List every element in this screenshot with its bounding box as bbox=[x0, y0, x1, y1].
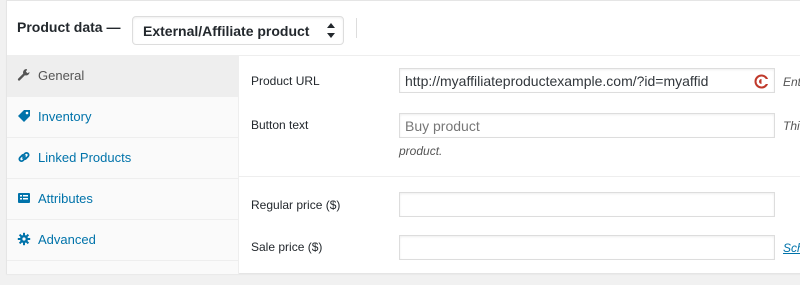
general-panel: Product URL http://myaffiliateproductexa… bbox=[239, 56, 800, 274]
tab-linked-products-label: Linked Products bbox=[38, 150, 132, 165]
button-text-input[interactable]: Buy product bbox=[399, 113, 775, 138]
tab-advanced-label: Advanced bbox=[38, 232, 96, 247]
product-type-value: External/Affiliate product bbox=[143, 23, 310, 39]
product-url-label: Product URL bbox=[251, 74, 320, 88]
button-text-description-wrap: product. bbox=[399, 144, 443, 158]
product-url-value: http://myaffiliateproductexample.com/?id… bbox=[405, 73, 709, 89]
product-data-title: Product data — bbox=[17, 19, 121, 35]
select-arrows-icon bbox=[327, 23, 335, 38]
tab-general[interactable]: General bbox=[7, 56, 238, 97]
gear-icon bbox=[17, 232, 31, 246]
password-manager-icon[interactable] bbox=[754, 74, 769, 89]
tab-attributes[interactable]: Attributes bbox=[7, 179, 238, 220]
panel-divider bbox=[239, 176, 800, 177]
product-url-description: Ent bbox=[783, 75, 800, 89]
tab-general-label: General bbox=[38, 68, 85, 83]
tag-icon bbox=[18, 110, 30, 122]
sale-price-input[interactable] bbox=[399, 235, 775, 260]
wrench-icon bbox=[17, 69, 30, 81]
product-data-header: Product data — External/Affiliate produc… bbox=[7, 1, 800, 56]
sale-price-label: Sale price ($) bbox=[251, 240, 323, 254]
product-type-select[interactable]: External/Affiliate product bbox=[132, 16, 344, 45]
schedule-link[interactable]: Sch bbox=[783, 241, 800, 255]
link-icon bbox=[18, 152, 30, 162]
product-data-metabox: Product data — External/Affiliate produc… bbox=[6, 0, 800, 274]
tab-attributes-label: Attributes bbox=[38, 191, 93, 206]
regular-price-label: Regular price ($) bbox=[251, 198, 341, 212]
product-url-input[interactable]: http://myaffiliateproductexample.com/?id… bbox=[399, 68, 775, 93]
header-divider bbox=[356, 18, 357, 38]
product-data-tabs: General Inventory Linked Products Attrib… bbox=[7, 56, 239, 274]
tab-inventory[interactable]: Inventory bbox=[7, 97, 238, 138]
button-text-label: Button text bbox=[251, 118, 309, 132]
list-icon bbox=[18, 193, 30, 203]
button-text-description: Thi bbox=[783, 119, 800, 133]
tab-advanced[interactable]: Advanced bbox=[7, 220, 238, 261]
button-text-placeholder: Buy product bbox=[405, 118, 480, 134]
regular-price-input[interactable] bbox=[399, 192, 775, 217]
tab-linked-products[interactable]: Linked Products bbox=[7, 138, 238, 179]
tab-inventory-label: Inventory bbox=[38, 109, 92, 124]
